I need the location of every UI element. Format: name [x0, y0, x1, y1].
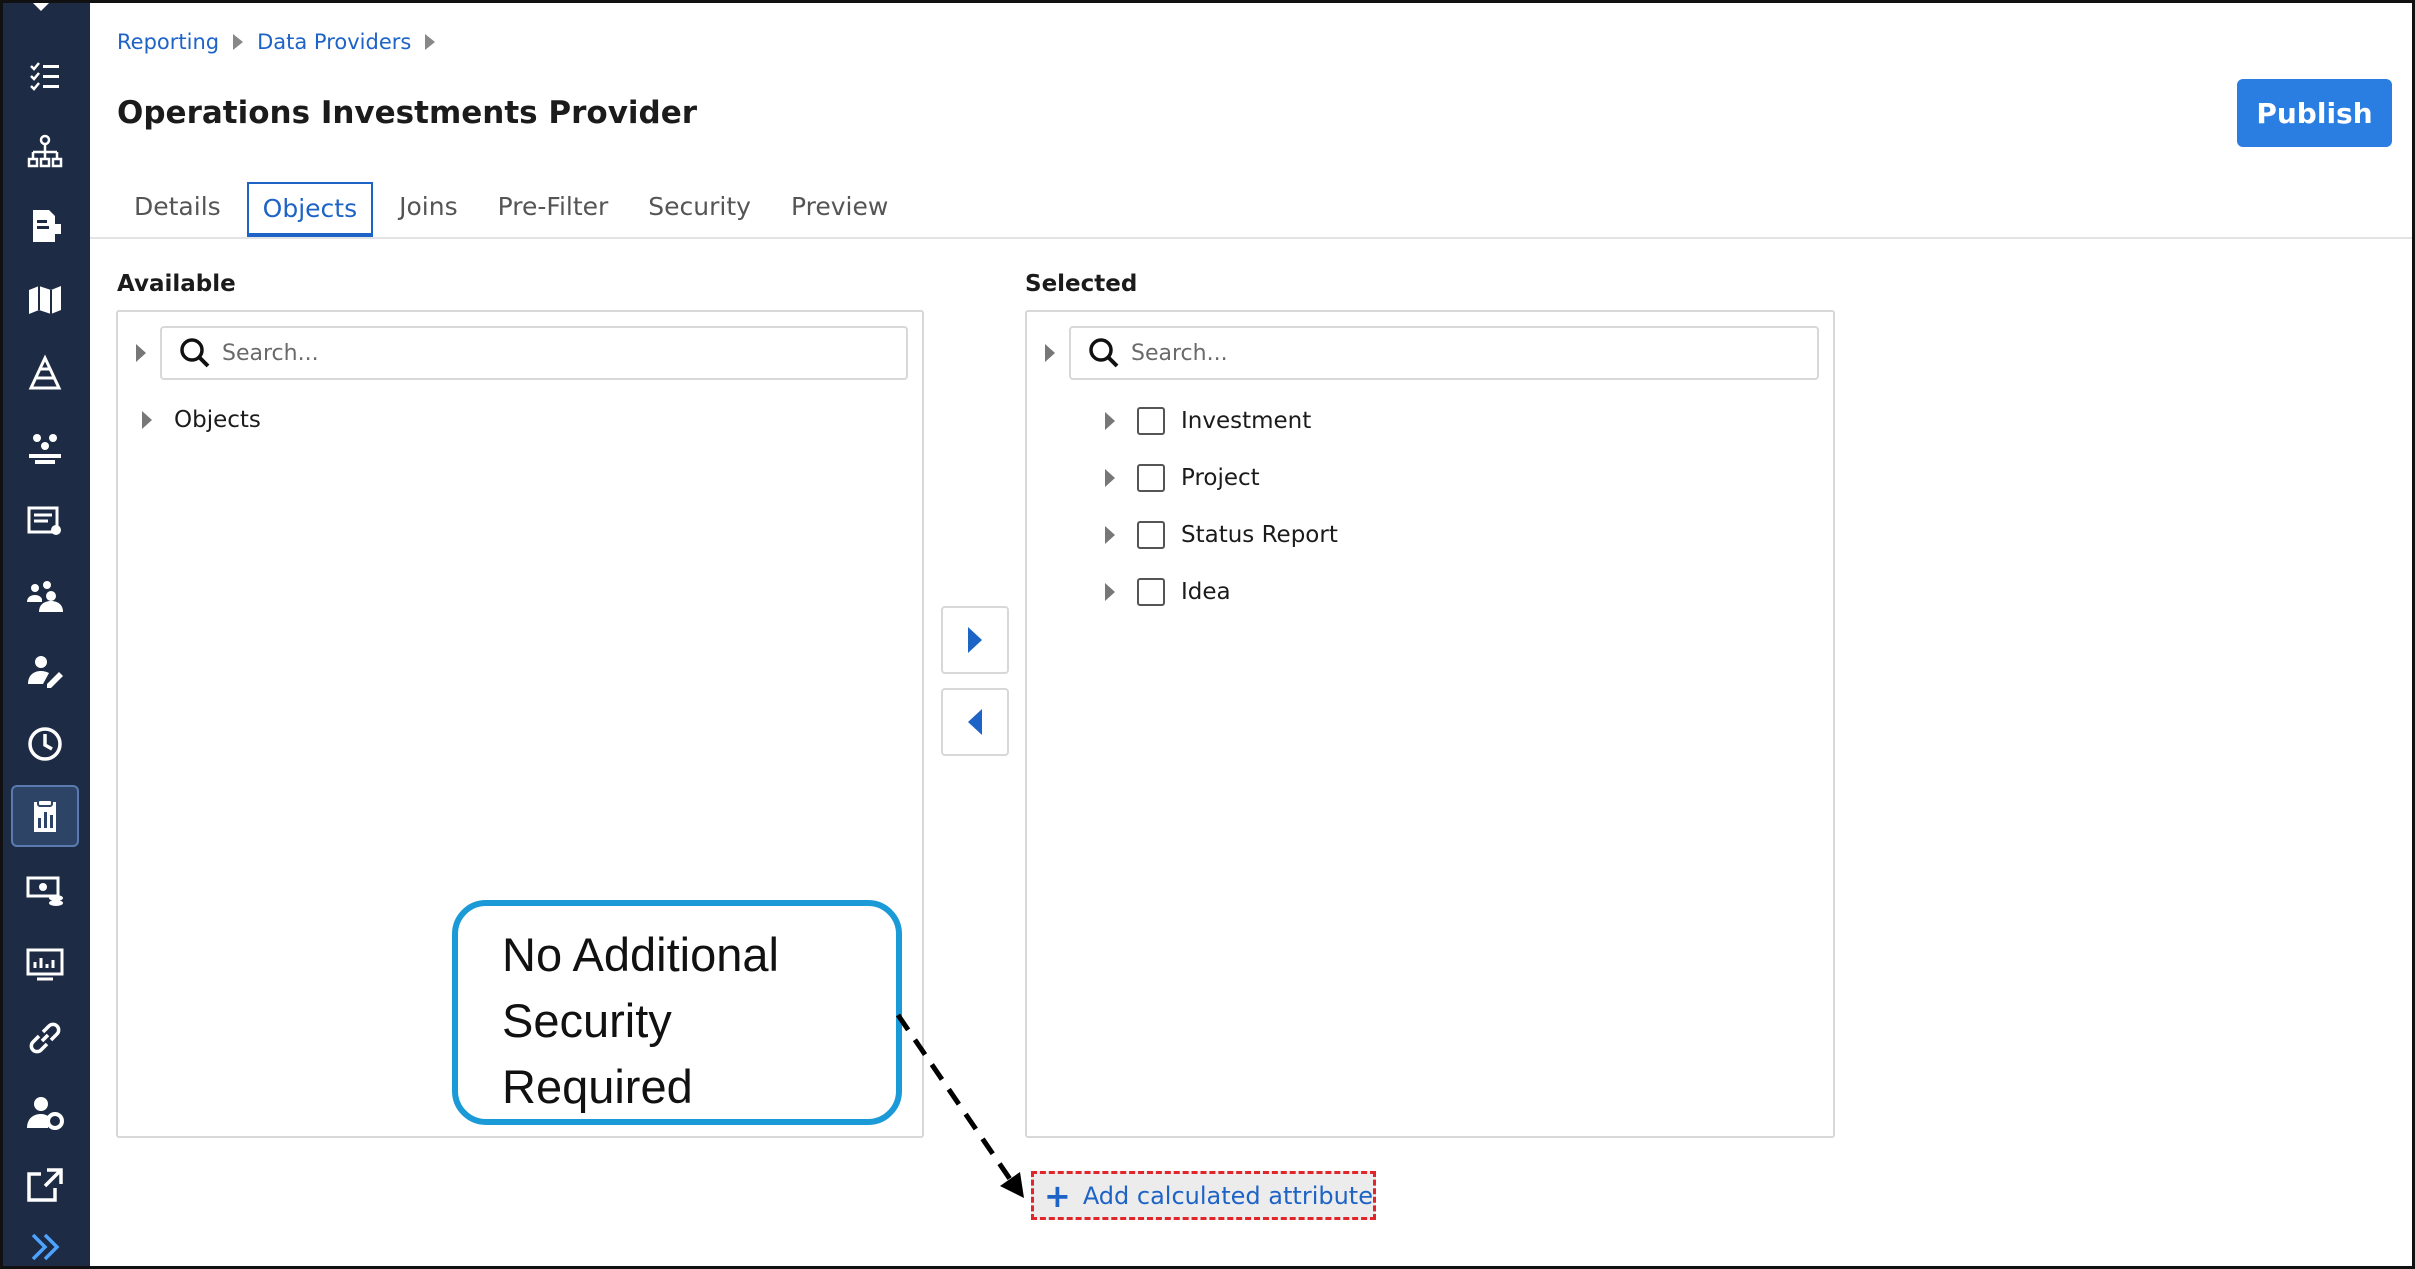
tree-item-objects[interactable]: Objects: [142, 407, 261, 433]
available-label: Available: [117, 271, 236, 297]
status-report-checkbox[interactable]: [1137, 521, 1165, 549]
idea-checkbox[interactable]: [1137, 578, 1165, 606]
people-icon[interactable]: [11, 565, 79, 627]
tab-joins[interactable]: Joins: [385, 182, 471, 238]
tree-item-label: Project: [1181, 465, 1260, 491]
form-icon[interactable]: [11, 491, 79, 553]
callout-annotation: No Additional Security Required: [452, 900, 902, 1125]
user-edit-icon[interactable]: [11, 639, 79, 701]
dashboard-icon[interactable]: [11, 933, 79, 995]
arrow-left-icon: [968, 709, 982, 735]
available-search-box: [160, 326, 908, 380]
plus-icon: +: [1044, 1176, 1071, 1215]
search-icon: [180, 338, 210, 368]
project-checkbox[interactable]: [1137, 464, 1165, 492]
move-right-button[interactable]: [941, 606, 1009, 674]
tree-item-label: Idea: [1181, 579, 1231, 605]
add-calculated-attribute-button[interactable]: + Add calculated attribute: [1031, 1171, 1376, 1220]
search-icon: [1089, 338, 1119, 368]
map-icon[interactable]: [11, 269, 79, 331]
team-icon[interactable]: [11, 417, 79, 479]
breadcrumb-reporting[interactable]: Reporting: [117, 30, 219, 54]
publish-button[interactable]: Publish: [2237, 79, 2392, 147]
reports-icon[interactable]: [11, 785, 79, 847]
sidebar-notch: [33, 3, 49, 11]
tree-item-project[interactable]: Project: [1105, 464, 1260, 492]
admin-gear-icon[interactable]: [11, 1081, 79, 1143]
checklist-icon[interactable]: [11, 45, 79, 107]
tree-item-label: Status Report: [1181, 522, 1338, 548]
tab-bar: Details Objects Joins Pre-Filter Securit…: [120, 182, 914, 238]
tree-item-idea[interactable]: Idea: [1105, 578, 1231, 606]
expand-caret-icon[interactable]: [142, 411, 152, 429]
tab-pre-filter[interactable]: Pre-Filter: [484, 182, 623, 238]
expand-caret-icon[interactable]: [136, 344, 146, 362]
external-link-icon[interactable]: [11, 1155, 79, 1217]
expand-icon[interactable]: [11, 1216, 79, 1269]
expand-caret-icon[interactable]: [1105, 583, 1115, 601]
breadcrumb-separator-icon: [425, 34, 436, 50]
selected-panel: Investment Project Status Report Idea: [1025, 310, 1835, 1138]
tab-preview[interactable]: Preview: [777, 182, 902, 238]
page-title: Operations Investments Provider: [117, 95, 698, 131]
tree-item-status-report[interactable]: Status Report: [1105, 521, 1338, 549]
tab-objects[interactable]: Objects: [246, 182, 374, 238]
selected-search-row: [1045, 326, 1819, 380]
finance-icon[interactable]: [11, 859, 79, 921]
move-left-button[interactable]: [941, 688, 1009, 756]
clock-icon[interactable]: [11, 713, 79, 775]
breadcrumb-data-providers[interactable]: Data Providers: [257, 30, 411, 54]
tabs-divider: [90, 237, 2412, 239]
available-search-row: [136, 326, 908, 380]
selected-label: Selected: [1025, 271, 1138, 297]
expand-caret-icon[interactable]: [1105, 412, 1115, 430]
arrow-right-icon: [968, 627, 982, 653]
tab-security[interactable]: Security: [634, 182, 765, 238]
breadcrumb-separator-icon: [233, 34, 244, 50]
add-calculated-attribute-label: Add calculated attribute: [1082, 1181, 1373, 1210]
pyramid-icon[interactable]: [11, 343, 79, 405]
hierarchy-icon[interactable]: [11, 121, 79, 183]
selected-search-input[interactable]: [1131, 340, 1715, 366]
selected-search-box: [1069, 326, 1819, 380]
tree-item-label: Objects: [174, 407, 261, 433]
documents-icon[interactable]: [11, 195, 79, 257]
breadcrumb: Reporting Data Providers: [117, 30, 436, 54]
tab-details[interactable]: Details: [120, 182, 235, 238]
expand-caret-icon[interactable]: [1105, 526, 1115, 544]
tree-item-label: Investment: [1181, 408, 1312, 434]
callout-line: Security: [502, 994, 672, 1047]
link-icon[interactable]: [11, 1007, 79, 1069]
callout-line: Required: [502, 1060, 693, 1113]
expand-caret-icon[interactable]: [1105, 469, 1115, 487]
available-search-input[interactable]: [222, 340, 805, 366]
tree-item-investment[interactable]: Investment: [1105, 407, 1311, 435]
sidebar-nav: [3, 3, 90, 1266]
callout-line: No Additional: [502, 928, 779, 981]
investment-checkbox[interactable]: [1137, 407, 1165, 435]
expand-caret-icon[interactable]: [1045, 344, 1055, 362]
